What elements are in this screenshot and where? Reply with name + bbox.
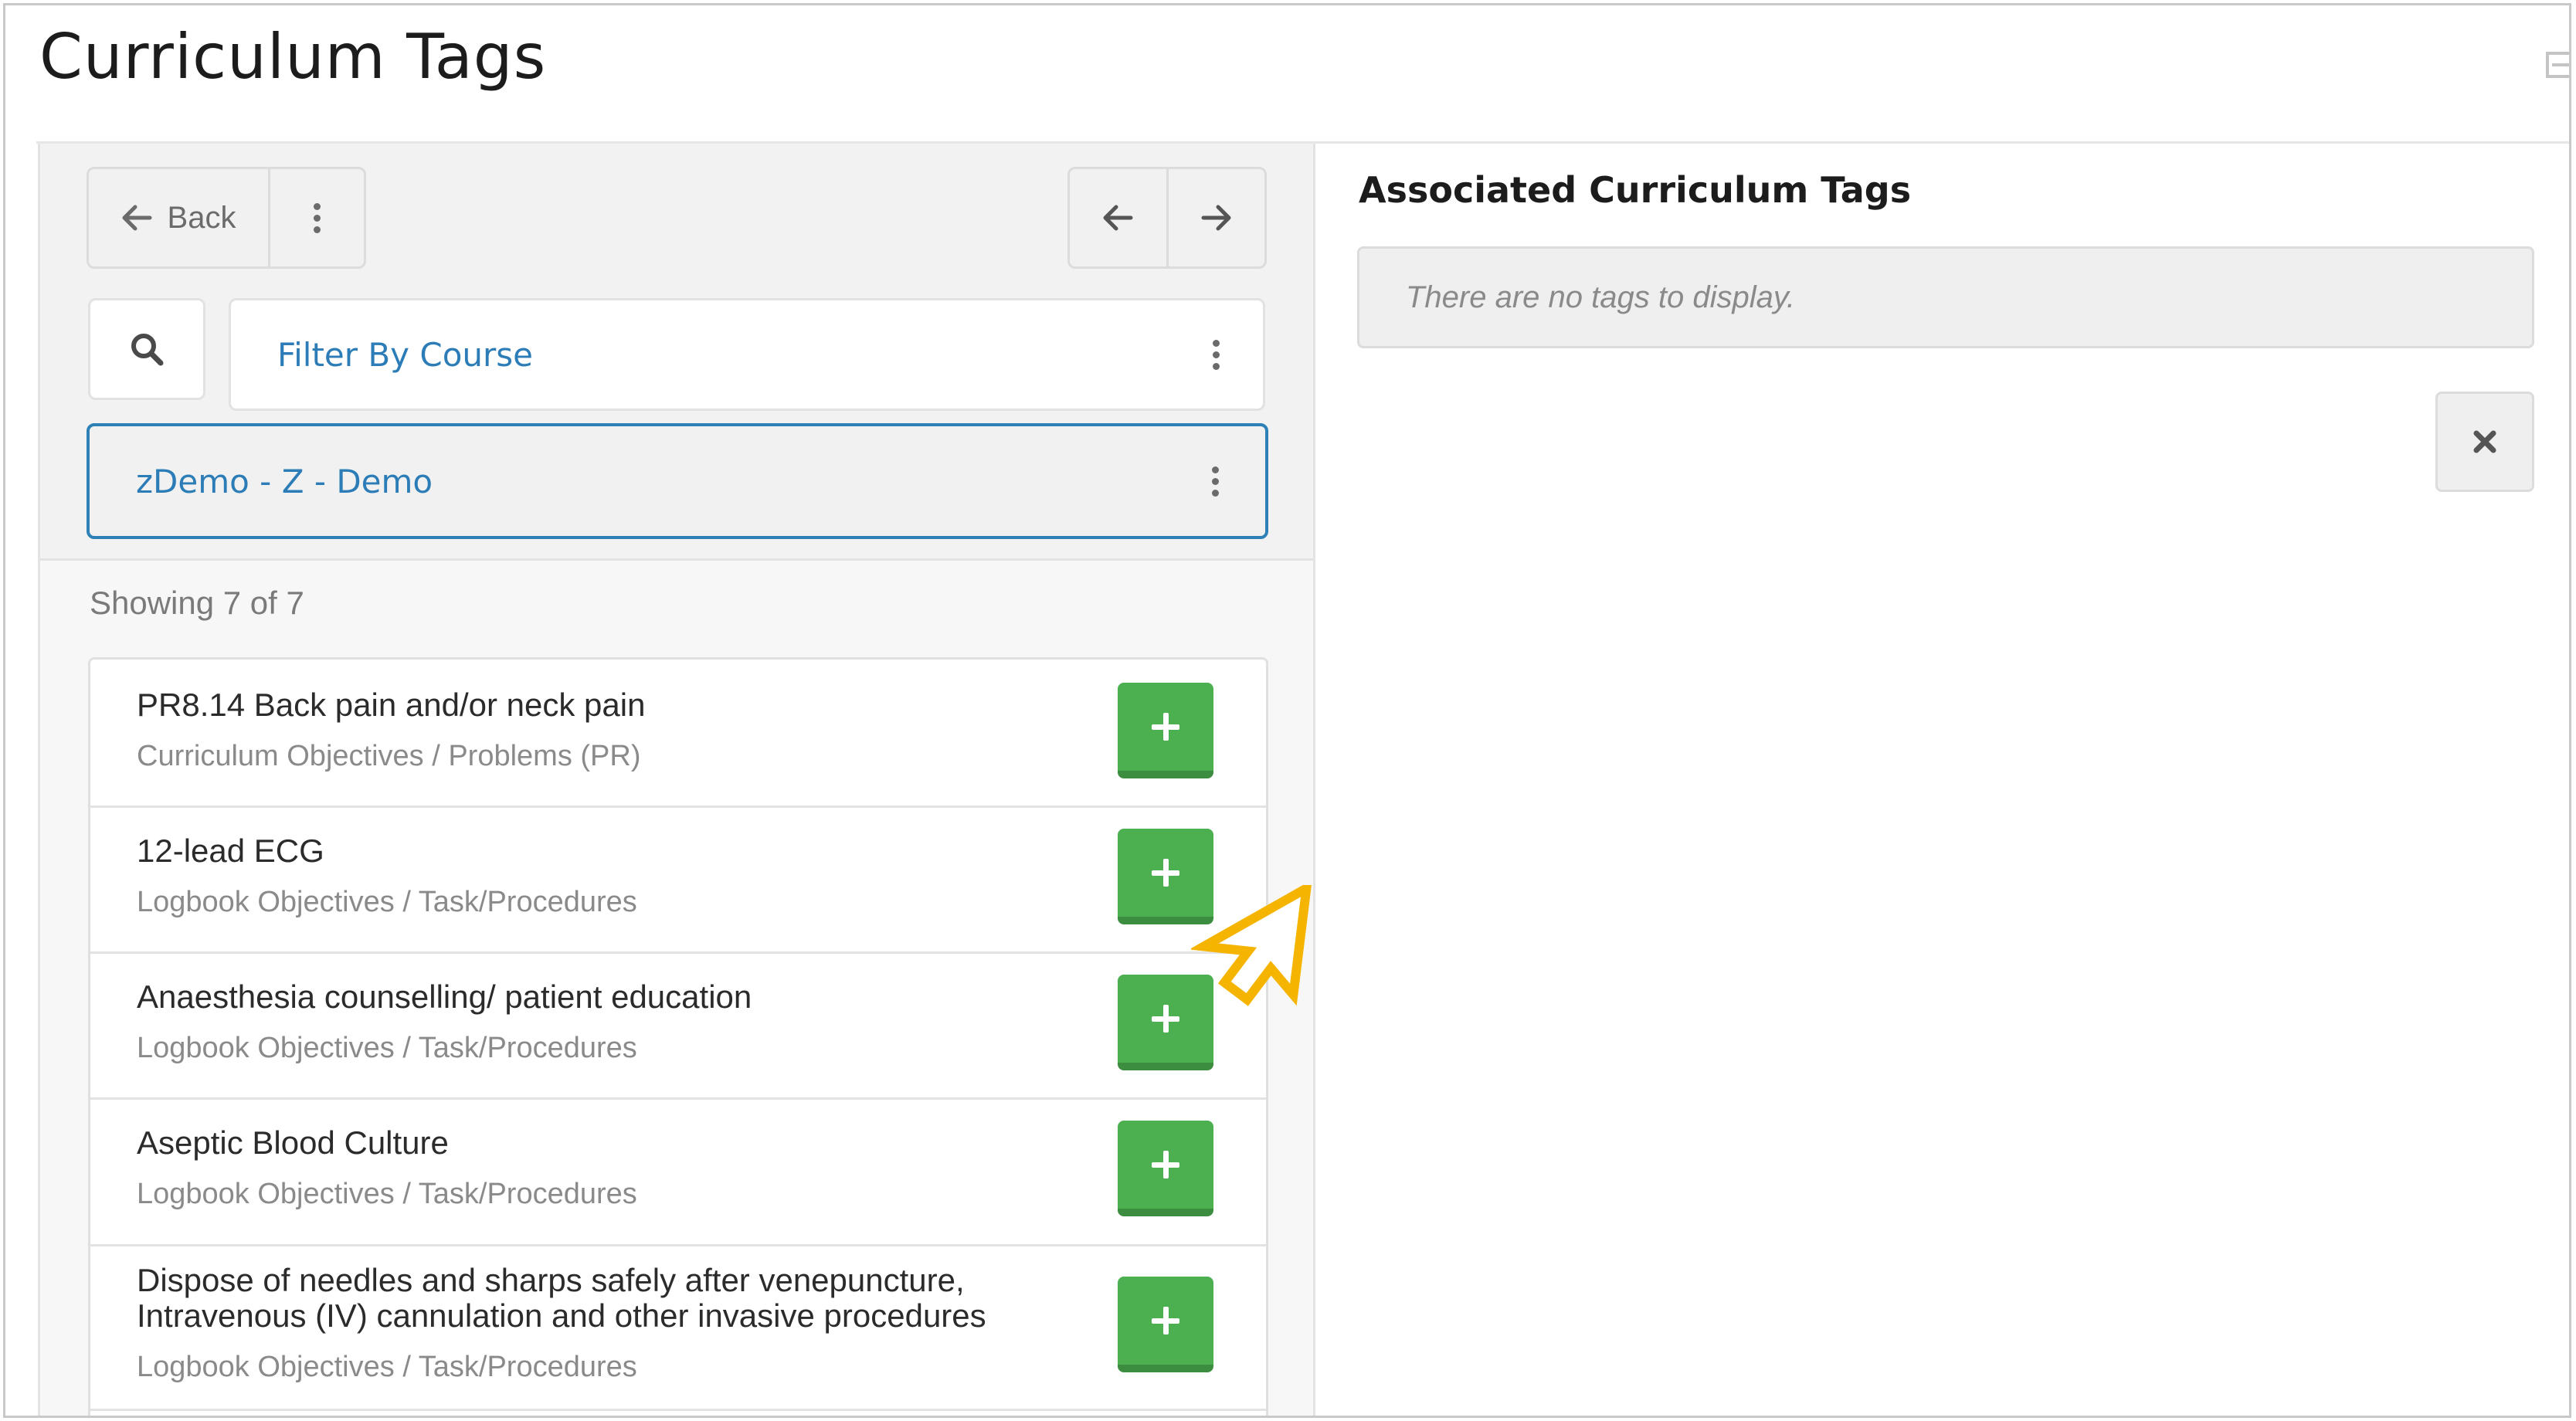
list-item: Dispose of needles and sharps safely aft…	[90, 1244, 1266, 1411]
tag-title: Aseptic Blood Culture	[137, 1124, 449, 1161]
search-button[interactable]	[88, 298, 205, 400]
add-tag-button[interactable]	[1118, 683, 1213, 778]
empty-state-message: There are no tags to display.	[1406, 280, 1795, 314]
tag-title: PR8.14 Back pain and/or neck pain	[137, 687, 646, 723]
plus-icon	[1152, 859, 1179, 887]
plus-icon	[1152, 1151, 1179, 1179]
list-item: PR8.14 Back pain and/or neck pain Curric…	[90, 660, 1266, 808]
highlight-arrow-icon	[1191, 885, 1312, 1006]
close-button[interactable]	[2435, 392, 2534, 492]
selected-course-label: zDemo - Z - Demo	[136, 462, 433, 500]
tag-title: Anaesthesia counselling/ patient educati…	[137, 978, 752, 1015]
plus-icon	[1152, 1307, 1179, 1335]
app-frame: Curriculum Tags Back Filter By Course zD…	[3, 3, 2571, 1418]
add-tag-button[interactable]	[1118, 1121, 1213, 1216]
kebab-icon[interactable]	[1213, 339, 1220, 370]
tag-title: 12-lead ECG	[137, 833, 324, 869]
kebab-icon	[314, 202, 321, 233]
arrow-right-icon	[1201, 205, 1231, 231]
back-button-group: Back	[87, 167, 366, 269]
search-icon	[131, 334, 164, 366]
associated-tags-title: Associated Curriculum Tags	[1359, 169, 1912, 211]
page-title: Curriculum Tags	[39, 21, 547, 93]
tag-category: Curriculum Objectives / Problems (PR)	[137, 740, 641, 772]
next-button[interactable]	[1166, 169, 1265, 266]
empty-state: There are no tags to display.	[1357, 246, 2534, 348]
selected-course[interactable]: zDemo - Z - Demo	[87, 423, 1268, 539]
back-button[interactable]: Back	[89, 169, 268, 266]
collapse-icon[interactable]	[2546, 52, 2569, 78]
close-icon	[2473, 430, 2496, 453]
tag-title: Dispose of needles and sharps safely aft…	[137, 1262, 986, 1334]
tag-list: PR8.14 Back pain and/or neck pain Curric…	[88, 657, 1268, 1416]
list-item: Aseptic Blood Culture Logbook Objectives…	[90, 1097, 1266, 1246]
back-button-label: Back	[167, 200, 236, 235]
pager-button-group	[1067, 167, 1267, 269]
filter-by-course-label: Filter By Course	[277, 335, 534, 374]
plus-icon	[1152, 713, 1179, 741]
tag-category: Logbook Objectives / Task/Procedures	[137, 1178, 637, 1210]
more-options-button[interactable]	[268, 169, 364, 266]
tag-browser-panel: Back Filter By Course zDemo - Z - Demo S…	[38, 144, 1315, 1416]
arrow-left-icon	[1103, 205, 1133, 231]
list-item: 12-lead ECG Logbook Objectives / Task/Pr…	[90, 805, 1266, 954]
plus-icon	[1152, 1005, 1179, 1033]
add-tag-button[interactable]	[1118, 1277, 1213, 1372]
tag-category: Logbook Objectives / Task/Procedures	[137, 1351, 637, 1383]
result-count: Showing 7 of 7	[90, 585, 304, 621]
list-item: Anaesthesia counselling/ patient educati…	[90, 951, 1266, 1100]
arrow-left-icon	[122, 205, 152, 231]
previous-button[interactable]	[1070, 169, 1166, 266]
filter-by-course-dropdown[interactable]: Filter By Course	[229, 298, 1265, 411]
kebab-icon[interactable]	[1212, 466, 1219, 497]
tag-category: Logbook Objectives / Task/Procedures	[137, 1032, 637, 1064]
tag-category: Logbook Objectives / Task/Procedures	[137, 886, 637, 918]
